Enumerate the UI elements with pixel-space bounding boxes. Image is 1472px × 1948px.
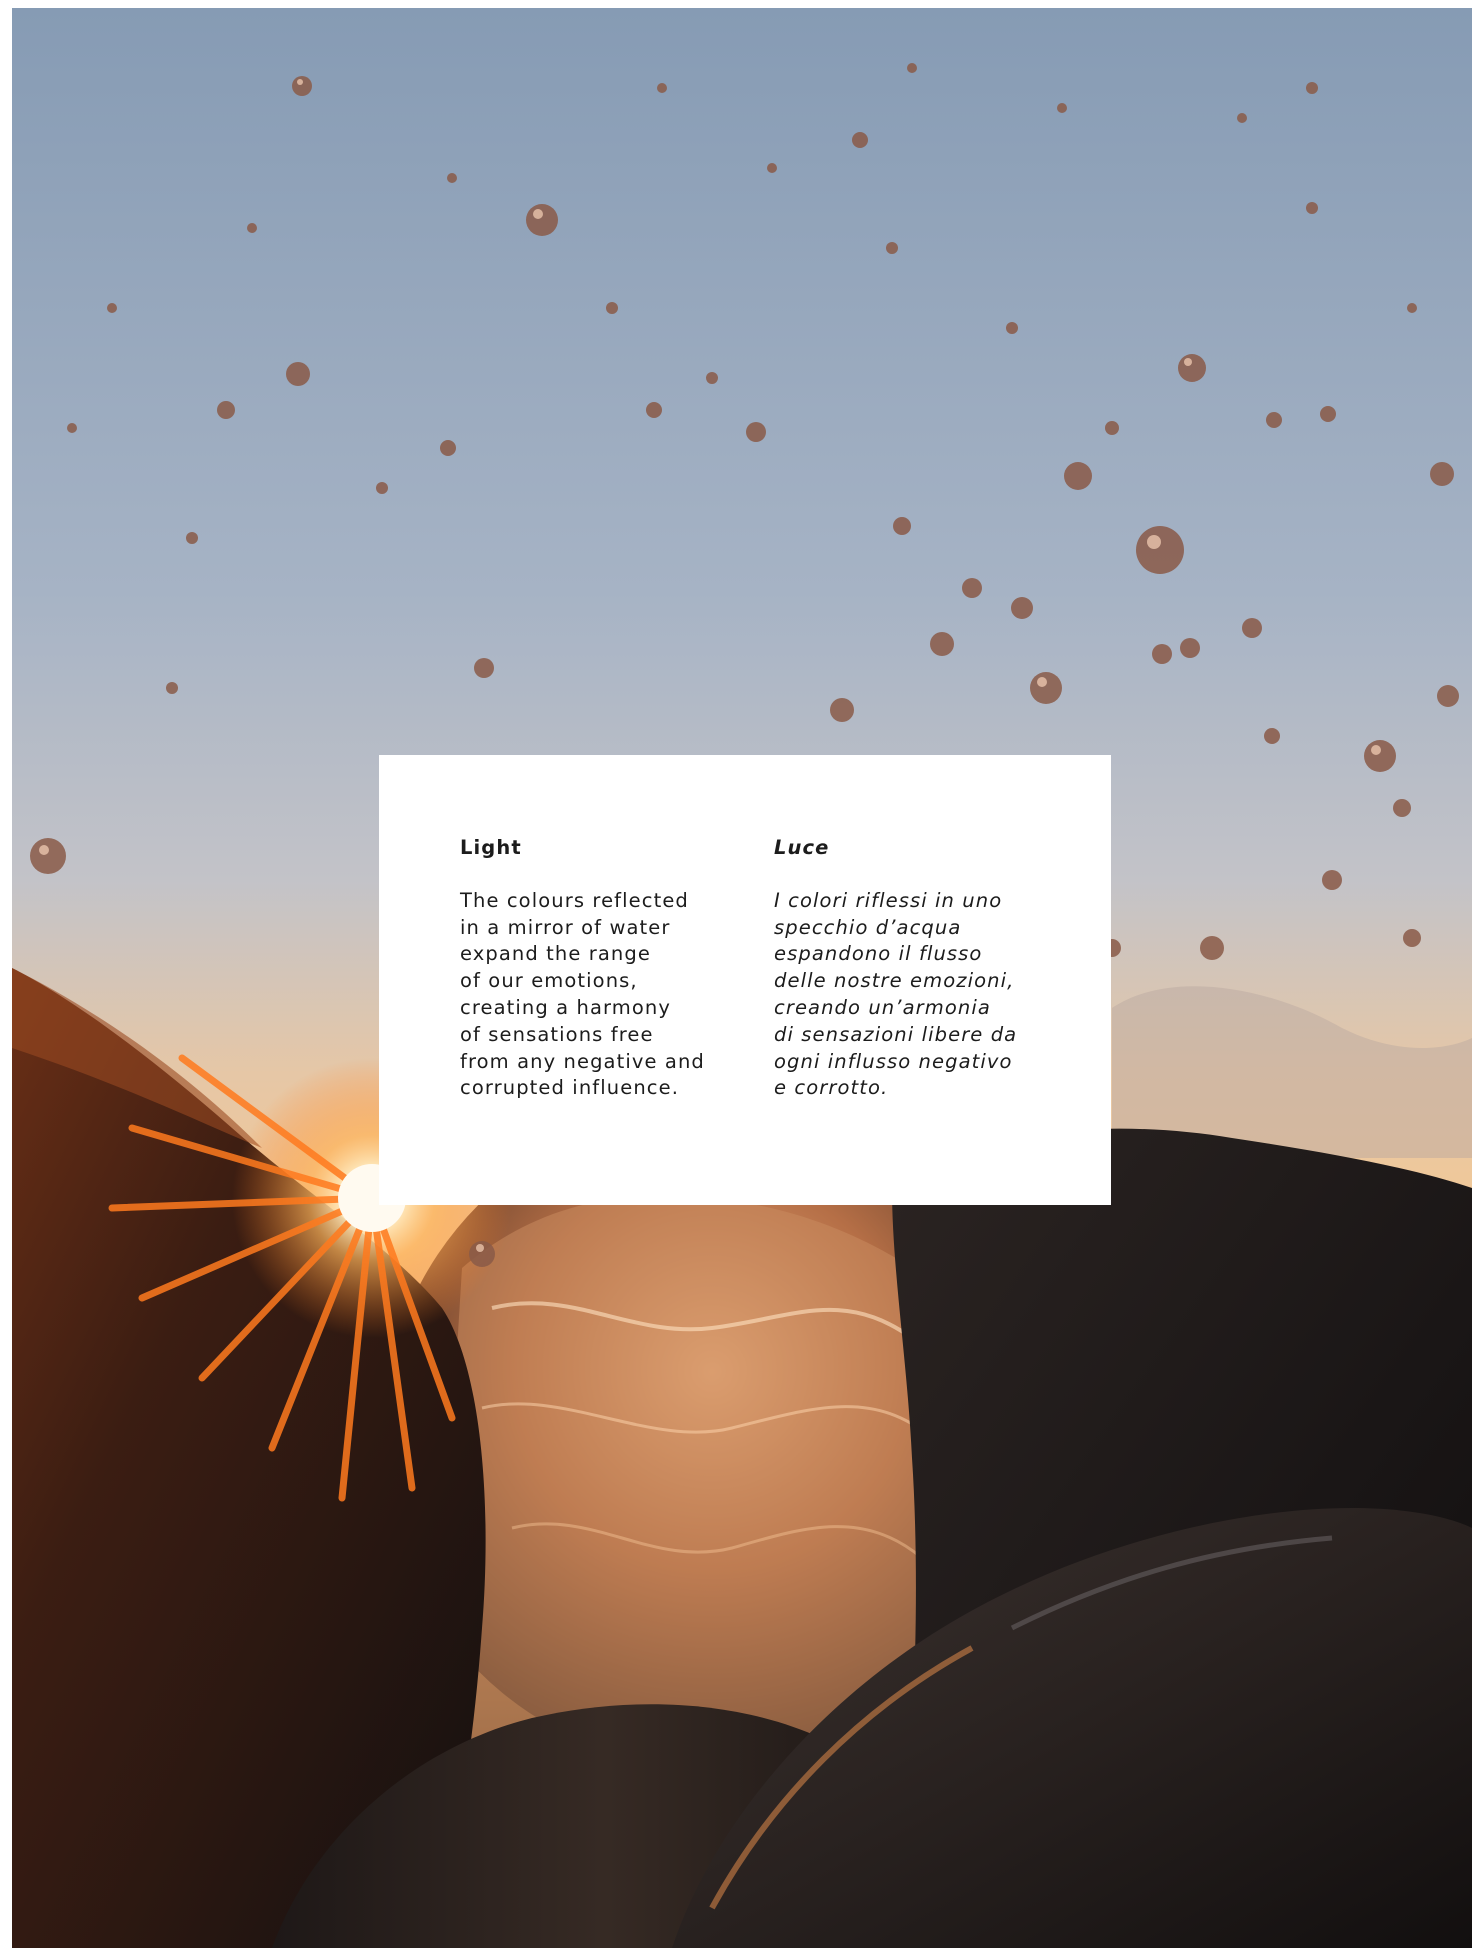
italian-line: specchio d’acqua xyxy=(774,915,962,939)
english-column: Light The colours reflected in a mirror … xyxy=(460,835,720,1102)
italian-line: ogni influsso negativo xyxy=(774,1049,1013,1073)
italian-line: delle nostre emozioni, xyxy=(774,969,1015,993)
italian-line: di sensazioni libere da xyxy=(774,1022,1018,1046)
english-line: expand the range xyxy=(460,942,651,966)
english-line: The colours reflected xyxy=(460,888,689,912)
italian-line: I colori riflessi in uno xyxy=(774,888,1003,912)
page: Light The colours reflected in a mirror … xyxy=(0,0,1472,1948)
italian-line: espandono il flusso xyxy=(774,942,983,966)
english-line: in a mirror of water xyxy=(460,915,671,939)
english-heading: Light xyxy=(460,836,522,859)
italian-line: e corrotto. xyxy=(774,1076,889,1100)
italian-heading: Luce xyxy=(774,836,830,859)
english-line: of sensations free xyxy=(460,1022,654,1046)
text-card: Light The colours reflected in a mirror … xyxy=(379,755,1111,1205)
italian-line: creando un’armonia xyxy=(774,995,991,1019)
english-line: creating a harmony xyxy=(460,995,672,1019)
italian-column: Luce I colori riflessi in uno specchio d… xyxy=(774,835,1064,1102)
english-line: corrupted influence. xyxy=(460,1076,679,1100)
english-line: from any negative and xyxy=(460,1049,705,1073)
english-line: of our emotions, xyxy=(460,969,638,993)
